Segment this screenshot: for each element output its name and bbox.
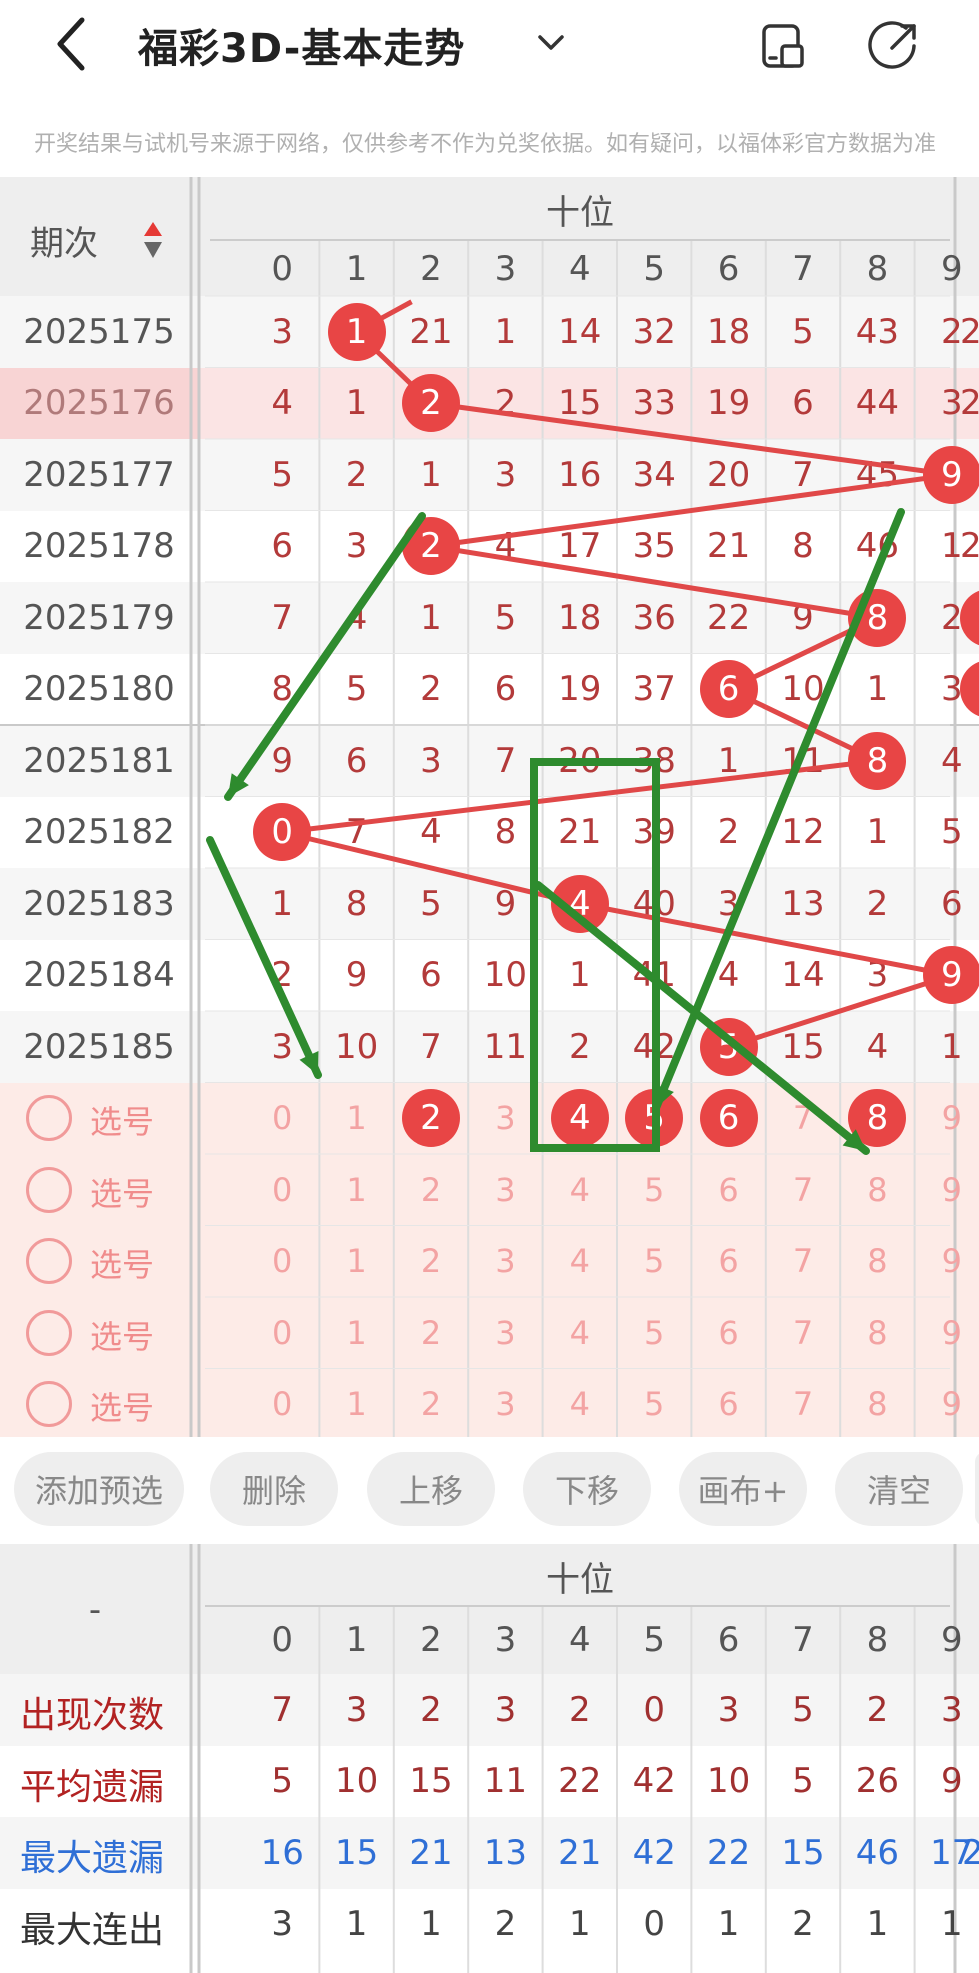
stats-value: 26	[855, 1761, 900, 1802]
stats-value: 21	[409, 1832, 453, 1873]
stats-value: 9	[940, 1761, 963, 1802]
stats-value: 15	[781, 1832, 825, 1873]
stats-value: 7	[271, 1689, 294, 1730]
stats-value: 21	[558, 1832, 602, 1873]
stats-value: 0	[643, 1904, 666, 1945]
stats-value: 2	[866, 1689, 889, 1730]
stats-value: 13	[483, 1832, 528, 1873]
right-edge-value: 2	[962, 1832, 979, 1873]
stats-value: 3	[271, 1904, 294, 1945]
stats-value: 1	[568, 1904, 591, 1945]
stats-value: 3	[940, 1689, 963, 1730]
stats-value: 1	[345, 1904, 368, 1945]
stats-value: 3	[494, 1689, 517, 1730]
stats-value: 2	[792, 1904, 814, 1945]
stats-row-label: 出现次数	[20, 1695, 165, 1736]
stats-digit-header: 0	[271, 1620, 294, 1660]
stats-value: 1	[420, 1904, 442, 1945]
stats-digit-header: 4	[568, 1620, 591, 1660]
stats-row-label: 平均遗漏	[20, 1766, 165, 1808]
stats-digit-header: 2	[420, 1620, 442, 1660]
stats-value: 46	[855, 1832, 900, 1873]
stats-value: 22	[558, 1761, 602, 1802]
stats-value: 2	[494, 1904, 517, 1945]
stats-value: 3	[717, 1689, 740, 1730]
stats-value: 0	[643, 1689, 666, 1730]
stats-value: 5	[792, 1689, 814, 1730]
stats-value: 5	[271, 1761, 294, 1802]
stats-value: 3	[345, 1689, 368, 1730]
stats-value: 42	[632, 1832, 676, 1873]
stats-corner: -	[88, 1590, 102, 1630]
stats-group-header: 十位	[546, 1559, 614, 1600]
stats-value: 1	[717, 1904, 740, 1945]
stats-value: 15	[409, 1761, 453, 1802]
stats-value: 16	[260, 1832, 304, 1873]
stats-value: 1	[866, 1904, 889, 1945]
stats-value: 5	[792, 1761, 814, 1802]
stats-value: 2	[420, 1689, 442, 1730]
stats-digit-header: 7	[792, 1620, 814, 1660]
stats-digit-header: 1	[345, 1620, 368, 1660]
stats-row-label: 最大连出	[20, 1909, 165, 1951]
stats-value: 15	[334, 1832, 379, 1873]
stats-value: 2	[568, 1689, 591, 1730]
stats-value: 22	[706, 1832, 751, 1873]
stats-digit-header: 3	[494, 1620, 517, 1660]
stats-row-label: 最大遗漏	[20, 1838, 165, 1879]
stats-digit-header: 9	[940, 1620, 963, 1660]
stats-value: 11	[483, 1761, 528, 1802]
stats-digit-header: 6	[717, 1620, 740, 1660]
stats-digit-header: 5	[643, 1620, 666, 1660]
stats-value: 42	[632, 1761, 676, 1802]
stats-value: 10	[334, 1761, 379, 1802]
stats-digit-header: 8	[866, 1620, 889, 1660]
stats-value: 10	[706, 1761, 751, 1802]
stats-value: 1	[940, 1904, 963, 1945]
